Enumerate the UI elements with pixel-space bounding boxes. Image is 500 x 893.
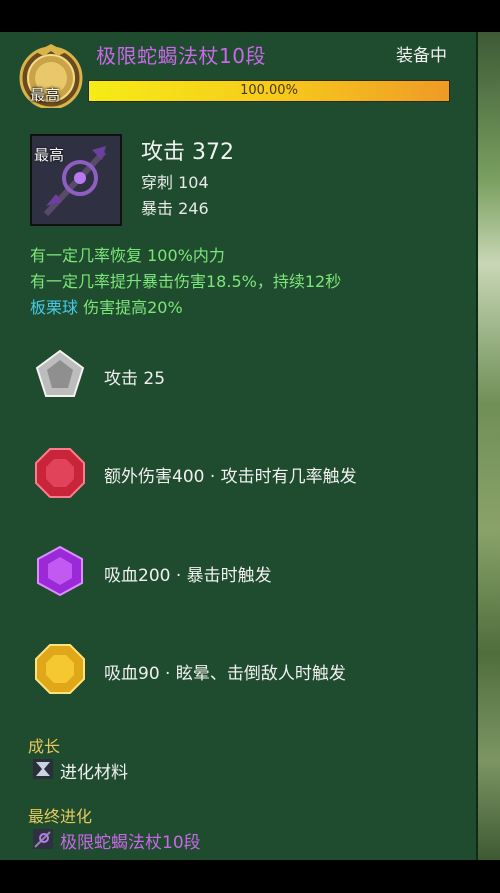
top-black-bar — [0, 0, 500, 32]
growth-section-title: 成长 — [28, 737, 61, 756]
effect-line-3: 板栗球 伤害提高20% — [30, 294, 183, 318]
progress-percent: 100.00% — [240, 83, 298, 98]
growth-progress-bar: 100.00% — [88, 80, 450, 102]
silver-pentagon-gem-icon — [35, 349, 85, 397]
weapon-icon-frame: 最高 — [30, 134, 122, 226]
gold-octagon-gem-icon — [35, 644, 85, 694]
final-staff-icon[interactable] — [32, 828, 54, 850]
skill-bonus: 伤害提高20% — [78, 298, 183, 317]
growth-item-text: 进化材料 — [60, 763, 128, 783]
effect-line-1: 有一定几率恢复 100%内力 — [30, 246, 225, 265]
weapon-grade-label: 最高 — [34, 146, 65, 164]
purple-hexagon-gem-icon — [37, 545, 83, 597]
evolution-material-icon — [33, 759, 53, 779]
gem-2-text: 额外伤害400 · 攻击时有几率触发 — [104, 467, 357, 487]
effect-line-2: 有一定几率提升暴击伤害18.5%，持续12秒 — [30, 272, 342, 291]
final-evolution-item-link[interactable]: 极限蛇蝎法杖10段 — [60, 828, 201, 853]
crit-stat: 暴击 246 — [141, 199, 209, 218]
skill-name: 板栗球 — [30, 298, 79, 317]
red-octagon-gem-icon — [35, 448, 85, 498]
pierce-stat: 穿刺 104 — [141, 173, 209, 192]
item-title: 极限蛇蝎法杖10段 — [96, 44, 266, 68]
gem-3-text: 吸血200 · 暴击时触发 — [104, 566, 272, 586]
grade-badge-label: 最高 — [30, 86, 61, 104]
final-evolution-title: 最终进化 — [28, 807, 93, 826]
gem-4-text: 吸血90 · 眩晕、击倒敌人时触发 — [104, 664, 346, 684]
gem-1-text: 攻击 25 — [104, 369, 166, 389]
equip-status-label: 装备中 — [396, 46, 447, 66]
attack-stat: 攻击 372 — [141, 140, 234, 165]
bottom-black-bar — [0, 860, 500, 893]
